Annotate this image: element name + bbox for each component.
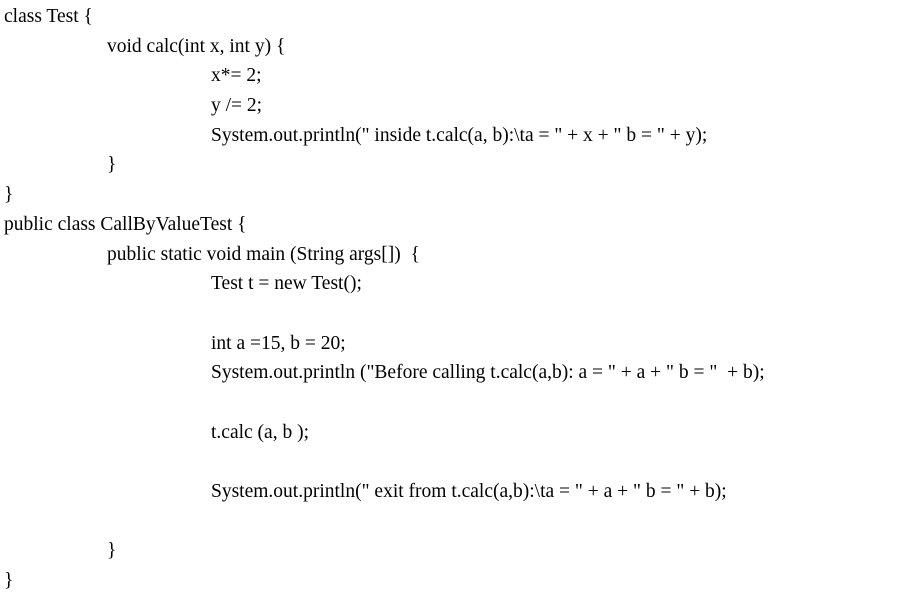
code-line: } bbox=[4, 570, 14, 592]
code-listing: class Test { void calc(int x, int y) { x*=… bbox=[0, 0, 912, 591]
code-line: } bbox=[107, 540, 117, 562]
code-line: y /= 2; bbox=[211, 95, 263, 117]
code-line: } bbox=[4, 184, 14, 206]
code-line: System.out.println(" exit from t.calc(a,… bbox=[211, 481, 727, 502]
code-line: public static void main (String args[]) … bbox=[107, 243, 420, 265]
code-line: void calc(int x, int y) { bbox=[107, 35, 286, 57]
code-line: t.calc (a, b ); bbox=[211, 421, 309, 443]
code-line: x*= 2; bbox=[211, 65, 262, 87]
code-line: Test t = new Test(); bbox=[211, 273, 362, 295]
code-line: System.out.println(" inside t.calc(a, b)… bbox=[211, 124, 708, 146]
code-line: System.out.println ("Before calling t.ca… bbox=[211, 362, 765, 384]
code-line: class Test { bbox=[4, 6, 93, 27]
code-line: public class CallByValueTest { bbox=[4, 213, 247, 235]
code-line: } bbox=[107, 154, 117, 176]
code-line: int a =15, b = 20; bbox=[211, 332, 346, 354]
